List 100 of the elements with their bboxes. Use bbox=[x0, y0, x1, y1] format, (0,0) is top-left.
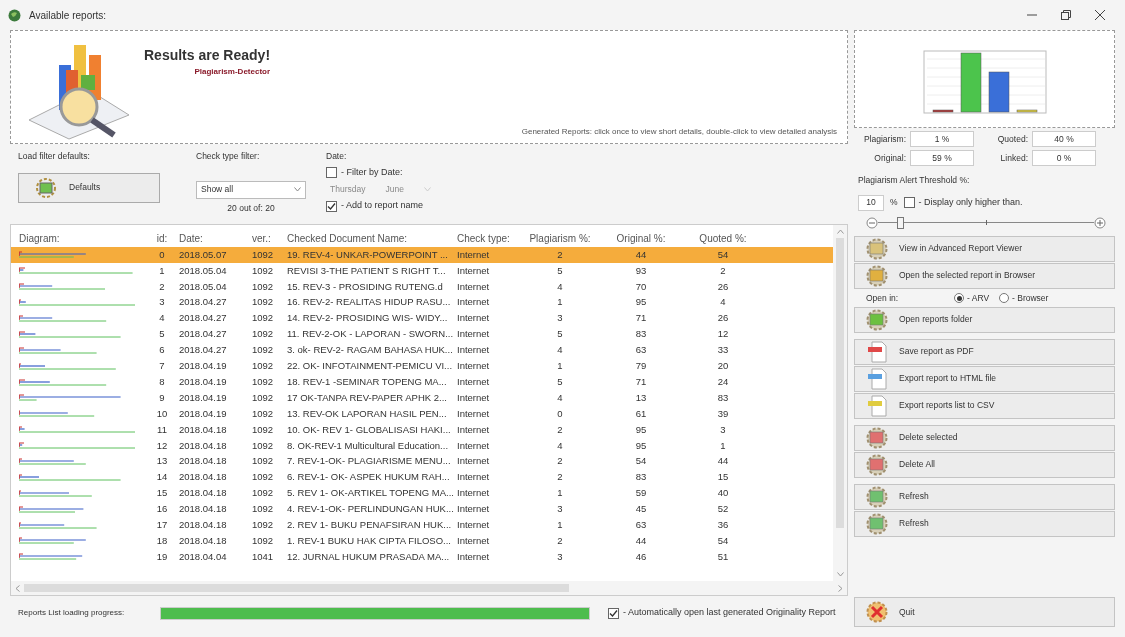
table-cell-text: 2018.04.27 bbox=[178, 295, 228, 310]
table-cell-text: 95 bbox=[634, 295, 648, 310]
table-cell-text: Internet bbox=[456, 343, 491, 358]
table-cell-text: 70 bbox=[634, 279, 648, 294]
table-row[interactable]: 5 2018.04.27 1092 11. REV-2-OK - LAPORAN - SWORN... Internet 5 83 12 bbox=[11, 326, 833, 343]
table-cell-text: 14. REV-2- PROSIDING WIS- WIDY... bbox=[286, 311, 449, 326]
column-header[interactable]: id: bbox=[149, 230, 175, 246]
column-header[interactable]: Checked Document Name: bbox=[283, 230, 453, 246]
table-cell-text: 2. REV 1- BUKU PENAFSIRAN HUK... bbox=[286, 517, 453, 532]
table-cell-text: 1092 bbox=[251, 279, 275, 294]
table-cell-text: Internet bbox=[456, 422, 491, 437]
table-cell-text: 4 bbox=[158, 311, 166, 326]
action-button[interactable]: View in Advanced Report Viewer bbox=[854, 235, 1115, 262]
threshold-input[interactable]: 10 bbox=[858, 194, 884, 211]
action-button[interactable]: Delete selected bbox=[854, 424, 1115, 451]
table-cell-text: 14 bbox=[155, 470, 169, 485]
table-cell-text: 1092 bbox=[251, 486, 275, 501]
table-cell-text: 19 bbox=[155, 549, 169, 564]
table-cell-text: 17 OK-TANPA REV-PAPER APHK 2... bbox=[286, 390, 448, 405]
table-row[interactable]: 17 2018.04.18 1092 2. REV 1- BUKU PENAFSIRAN HUK... Internet 1 63 36 bbox=[11, 517, 833, 534]
radio-button[interactable] bbox=[954, 293, 964, 304]
check-icon bbox=[609, 608, 618, 618]
column-header[interactable]: Diagram: bbox=[11, 230, 149, 246]
table-row[interactable]: 6 2018.04.27 1092 3. ok- REV-2- RAGAM BAHASA HUK... Internet 4 63 33 bbox=[11, 342, 833, 359]
defaults-button[interactable]: Defaults bbox=[18, 172, 160, 203]
table-row[interactable]: 12 2018.04.18 1092 8. OK-REV-1 Multicultural Education... Internet 4 95 1 bbox=[11, 437, 833, 454]
radio-button[interactable] bbox=[999, 293, 1010, 304]
check-icon bbox=[327, 201, 336, 211]
action-button[interactable]: Refresh bbox=[854, 510, 1115, 537]
action-button[interactable]: Open the selected report in Browser bbox=[854, 262, 1115, 289]
action-button[interactable]: Export reports list to CSV bbox=[854, 392, 1115, 419]
ratio-lines-drawing bbox=[19, 505, 85, 513]
selected-table-row[interactable]: 0 2018.05.07 1092 19. REV-4- UNKAR-POWERPOINT ... Internet 2 44 54 bbox=[11, 247, 833, 263]
table-cell-text: Internet bbox=[456, 470, 491, 485]
action-button[interactable]: Save report as PDF bbox=[854, 338, 1115, 365]
action-button[interactable]: Quit bbox=[854, 597, 1115, 627]
table-cell-text: 63 bbox=[634, 517, 648, 532]
table-row[interactable]: 14 2018.04.18 1092 6. REV-1- OK- ASPEK HUKUM RAH... Internet 2 83 15 bbox=[11, 469, 833, 486]
table-cell-text: 24 bbox=[716, 374, 730, 389]
table-cell-text: 2018.04.18 bbox=[178, 438, 228, 453]
table-cell-text: 12 bbox=[155, 438, 169, 453]
column-header[interactable]: ver.: bbox=[249, 230, 283, 246]
column-header[interactable]: Date: bbox=[175, 230, 249, 246]
table-row[interactable]: 15 2018.04.18 1092 5. REV 1- OK-ARTIKEL TOPENG MA... Internet 1 59 40 bbox=[11, 485, 833, 502]
table-row[interactable]: 4 2018.04.27 1092 14. REV-2- PROSIDING WIS- WIDY... Internet 3 71 26 bbox=[11, 310, 833, 327]
open-in-label: Open in: bbox=[866, 291, 900, 305]
column-header[interactable]: Plagiarism %: bbox=[519, 230, 601, 246]
table-row[interactable]: 9 2018.04.19 1092 17 OK-TANPA REV-PAPER APHK 2... Internet 4 13 83 bbox=[11, 390, 833, 406]
table-row[interactable]: 10 2018.04.19 1092 13. REV-OK LAPORAN HASIL PEN... Internet 0 61 39 bbox=[11, 405, 833, 422]
table-cell-text: 18 bbox=[155, 533, 169, 548]
field-label: Date: bbox=[326, 150, 348, 163]
action-button[interactable]: Open reports folder bbox=[854, 306, 1115, 333]
table-cell-text: 33 bbox=[716, 343, 730, 358]
table-row[interactable]: 16 2018.04.18 1092 4. REV-1-OK- PERLINDUNGAN HUK... Internet 3 45 52 bbox=[11, 501, 833, 518]
vertical-scrollbar[interactable] bbox=[833, 225, 847, 581]
ratio-lines-drawing bbox=[19, 251, 87, 259]
action-button[interactable]: Export report to HTML file bbox=[854, 365, 1115, 392]
table-cell-text: 4 bbox=[556, 279, 564, 294]
action-button[interactable]: Refresh bbox=[854, 483, 1115, 510]
action-button[interactable]: Delete All bbox=[854, 451, 1115, 478]
table-row[interactable]: 11 2018.04.18 1092 10. OK- REV 1- GLOBALISASI HAKI... Internet 2 95 3 bbox=[11, 421, 833, 438]
table-row[interactable]: 2 2018.05.04 1092 15. REV-3 - PROSIDING RUTENG.d Internet 4 70 26 bbox=[11, 278, 833, 295]
ratio-lines-drawing bbox=[19, 537, 87, 545]
table-cell-text: 83 bbox=[716, 390, 730, 405]
checkbox[interactable] bbox=[903, 197, 915, 209]
column-header[interactable]: Check type: bbox=[453, 230, 519, 246]
scroll-left-icon bbox=[15, 584, 20, 592]
table-cell-text: 2 bbox=[158, 279, 166, 294]
table-row[interactable]: 19 2018.04.04 1041 12. JURNAL HUKUM PRASADA MA... Internet 3 46 51 bbox=[11, 548, 833, 565]
table-row[interactable]: 3 2018.04.27 1092 16. REV-2- REALITAS HIDUP RASU... Internet 1 95 4 bbox=[11, 294, 833, 311]
table-row[interactable]: 7 2018.04.19 1092 22. OK- INFOTAINMENT-PEMICU VI... Internet 1 79 20 bbox=[11, 358, 833, 375]
table-cell-text: 9 bbox=[158, 390, 166, 405]
checkbox[interactable] bbox=[326, 167, 337, 178]
table-cell-text: 11. REV-2-OK - LAPORAN - SWORN... bbox=[286, 327, 453, 342]
table-cell-text: 19. REV-4- UNKAR-POWERPOINT ... bbox=[286, 247, 449, 262]
table-cell-text: 3. ok- REV-2- RAGAM BAHASA HUK... bbox=[286, 343, 453, 358]
table-cell-text: 1 bbox=[556, 486, 564, 501]
column-header[interactable]: Original %: bbox=[601, 230, 681, 246]
checkbox[interactable] bbox=[326, 200, 337, 212]
table-cell-text: 11 bbox=[156, 422, 168, 437]
checkbox[interactable] bbox=[608, 607, 619, 619]
table-cell-text: 46 bbox=[634, 549, 648, 564]
table-cell-text: 13. REV-OK LAPORAN HASIL PEN... bbox=[286, 406, 448, 421]
horizontal-scrollbar[interactable] bbox=[11, 581, 847, 595]
table-row[interactable]: 8 2018.04.19 1092 18. REV-1 -SEMINAR TOPENG MA... Internet 5 71 24 bbox=[11, 374, 833, 390]
table-cell-text: REVISI 3-THE PATIENT S RIGHT T... bbox=[286, 263, 447, 278]
table-row[interactable]: 13 2018.04.18 1092 7. REV-1-OK- PLAGIARISME MENU... Internet 2 54 44 bbox=[11, 453, 833, 470]
table-cell-text: Internet bbox=[456, 406, 491, 421]
threshold-slider[interactable] bbox=[878, 216, 1094, 229]
table-cell-text: 44 bbox=[634, 533, 648, 548]
report-count: 20 out of: 20 bbox=[227, 201, 275, 215]
table-row[interactable]: 18 2018.04.18 1092 1. REV-1 BUKU HAK CIPTA FILOSO... Internet 2 44 54 bbox=[11, 533, 833, 549]
table-cell-text: 20 bbox=[716, 359, 730, 374]
table-cell-text: 2018.04.18 bbox=[178, 517, 228, 532]
table-cell-text: 1092 bbox=[251, 374, 275, 389]
table-cell-text: 51 bbox=[716, 549, 730, 564]
check-type-dropdown[interactable]: Show all bbox=[196, 180, 306, 199]
table-cell-text: 16. REV-2- REALITAS HIDUP RASU... bbox=[286, 295, 452, 310]
table-row[interactable]: 1 2018.05.04 1092 REVISI 3-THE PATIENT S RIGHT T... Internet 5 93 2 bbox=[11, 262, 833, 279]
column-header[interactable]: Quoted %: bbox=[681, 230, 765, 246]
